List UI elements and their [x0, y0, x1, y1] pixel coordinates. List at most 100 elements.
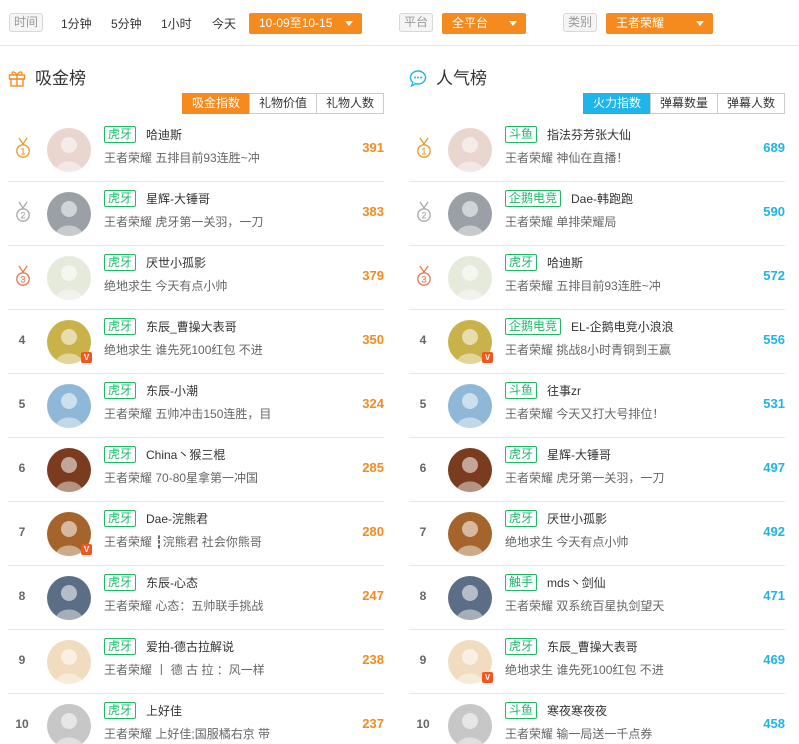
avatar[interactable]	[47, 384, 91, 428]
rank-row[interactable]: 8 虎牙 东辰-心态 王者荣耀 心态：五帅联手挑战 247	[8, 566, 384, 630]
avatar[interactable]	[47, 192, 91, 236]
rank-row[interactable]: 10 虎牙 上好佳 王者荣耀 上好佳;国服橘右京 带 237	[8, 694, 384, 744]
rank-number: 9	[18, 653, 26, 667]
stream-description: 王者荣耀 虎牙第一关羽，一刀	[104, 214, 344, 230]
game-category: 绝地求生	[505, 663, 554, 677]
avatar[interactable]	[47, 448, 91, 492]
stream-description: 绝地求生 谁先死100红包 不进	[104, 342, 344, 358]
streamer-name[interactable]: 星辉-大锤哥	[146, 191, 210, 207]
score-value: 689	[763, 140, 785, 155]
streamer-name[interactable]: 厌世小孤影	[146, 255, 206, 271]
rank-number: 9	[419, 653, 427, 667]
rank-row[interactable]: 6 虎牙 China丶猴三棍 王者荣耀 70-80星拿第一冲国 285	[8, 438, 384, 502]
streamer-name[interactable]: 上好佳	[146, 703, 182, 719]
tab-danmaku-count[interactable]: 弹幕数量	[649, 93, 718, 114]
tab-gift-count[interactable]: 礼物人数	[315, 93, 384, 114]
platform-tag: 斗鱼	[505, 382, 538, 399]
gold-rank-header: 吸金榜 吸金指数 礼物价值 礼物人数	[8, 58, 384, 118]
rank-row[interactable]: 1 斗鱼 指法芬芳张大仙 王者荣耀 神仙在直播！ 689	[409, 118, 785, 182]
rank-row[interactable]: 7 V 虎牙 Dae-浣熊君 王者荣耀 ┇浣熊君 社会你熊哥 280	[8, 502, 384, 566]
rank-row[interactable]: 1 虎牙 哈迪斯 王者荣耀 五排目前93连胜~冲 391	[8, 118, 384, 182]
stream-description: 王者荣耀 ┇浣熊君 社会你熊哥	[104, 534, 344, 550]
streamer-name[interactable]: 东辰-小潮	[146, 383, 198, 399]
tab-gold-index[interactable]: 吸金指数	[181, 93, 250, 114]
avatar[interactable]	[448, 512, 492, 556]
avatar[interactable]	[47, 704, 91, 744]
streamer-name[interactable]: mds丶剑仙	[547, 575, 606, 591]
rank-row[interactable]: 5 斗鱼 往事zr 王者荣耀 今天又打大号排位！ 531	[409, 374, 785, 438]
avatar[interactable]	[448, 192, 492, 236]
streamer-name[interactable]: 哈迪斯	[547, 255, 583, 271]
popularity-rank-list: 1 斗鱼 指法芬芳张大仙 王者荣耀 神仙在直播！ 689 2 企鹅电竞 Dae-韩跑跑 王者荣耀…	[409, 118, 785, 744]
streamer-name[interactable]: China丶猴三棍	[146, 447, 225, 463]
stream-description: 绝地求生 谁先死100红包 不进	[505, 662, 745, 678]
category-dropdown[interactable]: 王者荣耀	[606, 13, 713, 34]
rank-row[interactable]: 3 虎牙 哈迪斯 王者荣耀 五排目前93连胜~冲 572	[409, 246, 785, 310]
rank-row[interactable]: 9 虎牙 爱拍-德古拉解说 王者荣耀 丨 德 古 拉 ：风一样 238	[8, 630, 384, 694]
rank-row[interactable]: 5 虎牙 东辰-小潮 王者荣耀 五帅冲击150连胜，目 324	[8, 374, 384, 438]
avatar[interactable]	[47, 128, 91, 172]
rank-number: 7	[419, 525, 427, 539]
rank-row[interactable]: 8 触手 mds丶剑仙 王者荣耀 双系统百星执剑望天 471	[409, 566, 785, 630]
rank-row[interactable]: 2 企鹅电竞 Dae-韩跑跑 王者荣耀 单排荣耀局 590	[409, 182, 785, 246]
time-option-today[interactable]: 今天	[212, 14, 236, 34]
game-category: 王者荣耀	[104, 407, 153, 421]
platform-tag: 虎牙	[505, 446, 538, 463]
rank-row[interactable]: 6 虎牙 星辉-大锤哥 王者荣耀 虎牙第一关羽，一刀 497	[409, 438, 785, 502]
streamer-name[interactable]: Dae-韩跑跑	[571, 191, 633, 207]
streamer-name[interactable]: Dae-浣熊君	[146, 511, 208, 527]
time-option-1hour[interactable]: 1小时	[161, 14, 192, 34]
streamer-name[interactable]: 爱拍-德古拉解说	[146, 639, 234, 655]
streamer-name[interactable]: 东辰_曹操大表哥	[146, 319, 237, 335]
score-value: 471	[763, 588, 785, 603]
streamer-name[interactable]: EL-企鹅电竞小浪浪	[571, 319, 674, 335]
avatar[interactable]	[448, 704, 492, 744]
game-category: 绝地求生	[505, 535, 554, 549]
game-category: 王者荣耀	[505, 471, 554, 485]
stream-description: 王者荣耀 双系统百星执剑望天	[505, 598, 745, 614]
avatar[interactable]	[448, 128, 492, 172]
rank-number: 4	[419, 333, 427, 347]
streamer-name[interactable]: 东辰_曹操大表哥	[547, 639, 638, 655]
medal-icon: 3	[417, 265, 431, 286]
avatar[interactable]	[47, 640, 91, 684]
verified-badge-icon: V	[482, 672, 493, 683]
tab-danmaku-users[interactable]: 弹幕人数	[716, 93, 785, 114]
time-filter-label: 时间	[9, 13, 44, 32]
streamer-name[interactable]: 寒夜寒夜夜	[547, 703, 607, 719]
streamer-name[interactable]: 厌世小孤影	[547, 511, 607, 527]
tab-gift-value[interactable]: 礼物价值	[248, 93, 317, 114]
avatar[interactable]	[448, 384, 492, 428]
date-range-dropdown[interactable]: 10-09至10-15	[249, 13, 362, 34]
streamer-name[interactable]: 指法芬芳张大仙	[547, 127, 631, 143]
stream-description: 王者荣耀 五排目前93连胜~冲	[104, 150, 344, 166]
date-range-value: 10-09至10-15	[259, 16, 333, 30]
rank-row[interactable]: 4 V 虎牙 东辰_曹操大表哥 绝地求生 谁先死100红包 不进 350	[8, 310, 384, 374]
rank-row[interactable]: 3 虎牙 厌世小孤影 绝地求生 今天有点小帅 379	[8, 246, 384, 310]
tab-fire-index[interactable]: 火力指数	[582, 93, 651, 114]
stream-description: 王者荣耀 丨 德 古 拉 ：风一样	[104, 662, 344, 678]
avatar[interactable]	[448, 256, 492, 300]
streamer-name[interactable]: 东辰-心态	[146, 575, 198, 591]
stream-title: 挑战8小时青铜到王赢	[556, 343, 672, 357]
rank-row[interactable]: 7 虎牙 厌世小孤影 绝地求生 今天有点小帅 492	[409, 502, 785, 566]
platform-dropdown[interactable]: 全平台	[442, 13, 526, 34]
rank-row[interactable]: 10 斗鱼 寒夜寒夜夜 王者荣耀 输一局送一千点券 458	[409, 694, 785, 744]
rank-row[interactable]: 9 V 虎牙 东辰_曹操大表哥 绝地求生 谁先死100红包 不进 469	[409, 630, 785, 694]
svg-text:3: 3	[20, 275, 25, 285]
rank-row[interactable]: 2 虎牙 星辉-大锤哥 王者荣耀 虎牙第一关羽，一刀 383	[8, 182, 384, 246]
time-option-1min[interactable]: 1分钟	[61, 14, 92, 34]
game-category: 王者荣耀	[104, 215, 153, 229]
streamer-name[interactable]: 哈迪斯	[146, 127, 182, 143]
stream-description: 王者荣耀 虎牙第一关羽，一刀	[505, 470, 745, 486]
game-category: 王者荣耀	[104, 471, 153, 485]
streamer-name[interactable]: 星辉-大锤哥	[547, 447, 611, 463]
streamer-name[interactable]: 往事zr	[547, 383, 581, 399]
rank-row[interactable]: 4 V 企鹅电竞 EL-企鹅电竞小浪浪 王者荣耀 挑战8小时青铜到王赢 556	[409, 310, 785, 374]
avatar[interactable]	[47, 256, 91, 300]
chevron-down-icon	[696, 21, 704, 26]
time-option-5min[interactable]: 5分钟	[111, 14, 142, 34]
avatar[interactable]	[448, 448, 492, 492]
avatar[interactable]	[448, 576, 492, 620]
avatar[interactable]	[47, 576, 91, 620]
